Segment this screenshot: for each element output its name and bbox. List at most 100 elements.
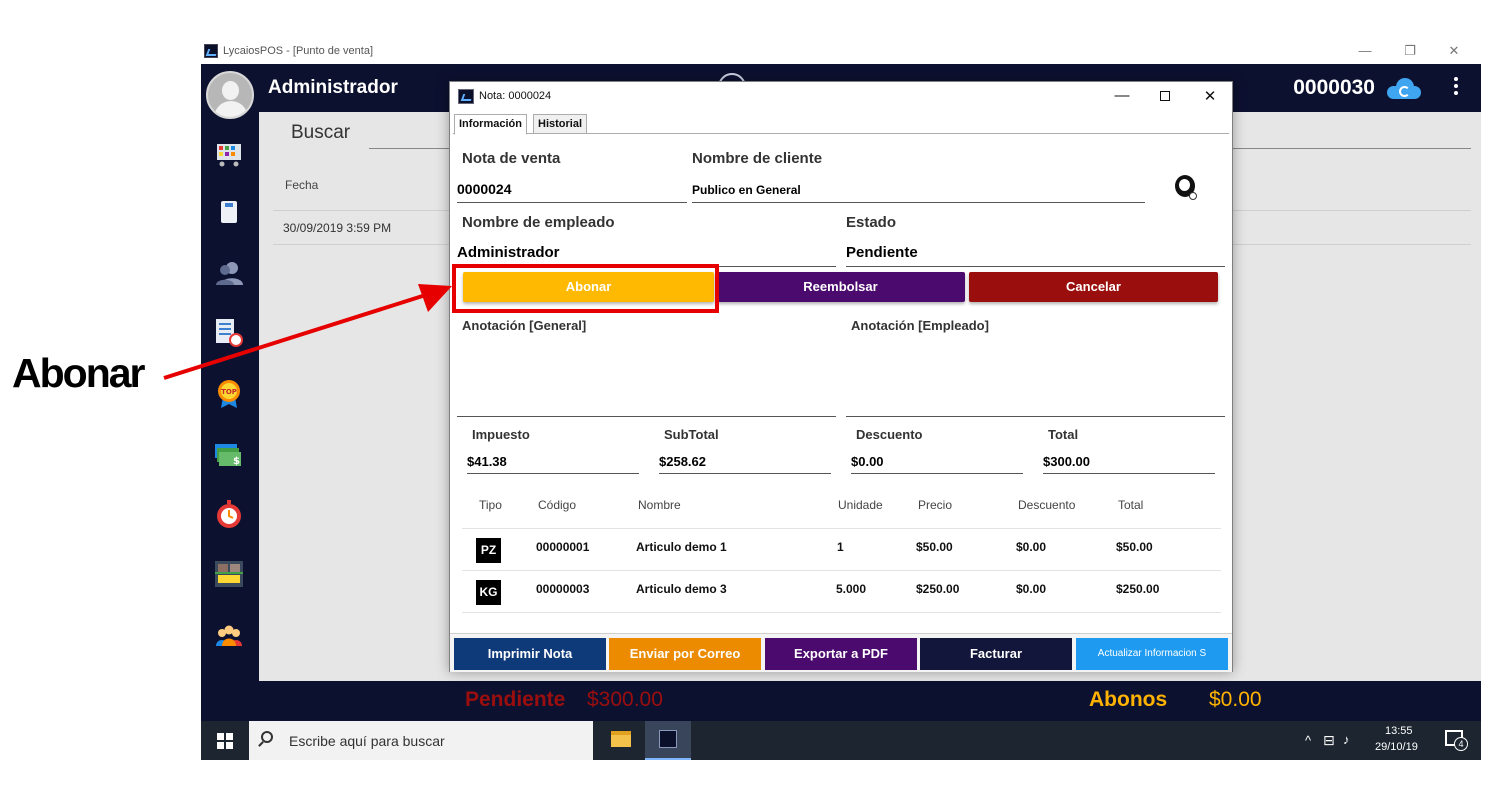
exportar-pdf-button[interactable]: Exportar a PDF: [765, 638, 917, 670]
subtotal-field-line: [659, 473, 831, 474]
row-precio: $50.00: [916, 540, 953, 554]
total-field-line: [1043, 473, 1215, 474]
dialog-maximize-icon[interactable]: [1153, 87, 1177, 107]
volume-icon[interactable]: ♪: [1343, 732, 1350, 747]
file-explorer-icon[interactable]: [611, 731, 631, 747]
dialog-close-icon[interactable]: ✕: [1198, 87, 1222, 107]
status-bar: Pendiente $300.00 Abonos $0.00: [201, 681, 1481, 721]
estado-field-line: [846, 266, 1225, 267]
taskbar-search-placeholder: Escribe aquí para buscar: [289, 733, 445, 749]
cliente-label: Nombre de cliente: [692, 150, 823, 167]
row-nombre: Articulo demo 3: [636, 582, 727, 596]
facturar-button[interactable]: Facturar: [920, 638, 1072, 670]
inventory-icon[interactable]: [213, 558, 245, 590]
annotation-arrow-icon: [163, 284, 452, 380]
tab-historial[interactable]: Historial: [533, 114, 588, 134]
window-restore-icon[interactable]: ❐: [1400, 43, 1420, 59]
anotacion-empleado-label: Anotación [Empleado]: [851, 318, 989, 333]
row-unidades: 1: [837, 540, 844, 554]
search-icon: [261, 731, 273, 743]
notifications-icon[interactable]: 4: [1445, 730, 1468, 751]
cart-icon[interactable]: [213, 136, 245, 168]
clock-time[interactable]: 13:55: [1385, 725, 1413, 737]
sidebar: TOP $: [201, 112, 259, 720]
stopwatch-icon[interactable]: [213, 498, 245, 530]
anotacion-general-label: Anotación [General]: [462, 318, 587, 333]
notification-count: 4: [1454, 737, 1468, 751]
row-descuento: $0.00: [1016, 582, 1047, 596]
taskbar: Escribe aquí para buscar ^ ⊟ ♪ 13:55 29/…: [201, 721, 1481, 760]
svg-text:$: $: [233, 456, 240, 467]
taskbar-pos-app[interactable]: [645, 721, 691, 760]
app-logo-icon: [204, 44, 218, 58]
table-header-total: Total: [1118, 498, 1144, 512]
abonos-label: Abonos: [1089, 688, 1168, 711]
empleado-label: Nombre de empleado: [462, 214, 615, 231]
cliente-value[interactable]: Publico en General: [692, 183, 801, 197]
employees-icon[interactable]: [213, 619, 245, 651]
descuento-field-line: [851, 473, 1023, 474]
tray-chevron-icon[interactable]: ^: [1305, 733, 1311, 748]
row-nombre: Articulo demo 1: [636, 540, 727, 554]
anotacion-general-input[interactable]: [457, 416, 836, 417]
table-header-tipo: Tipo: [479, 498, 502, 512]
table-header-descuento: Descuento: [1018, 498, 1076, 512]
column-fecha-header: Fecha: [285, 178, 319, 192]
nota-value: 0000024: [457, 181, 512, 197]
dialog-footer: Imprimir Nota Enviar por Correo Exportar…: [450, 633, 1232, 672]
search-label: Buscar: [291, 122, 351, 143]
nota-field-line: [457, 202, 687, 203]
unit-badge: PZ: [476, 538, 501, 563]
imprimir-nota-button[interactable]: Imprimir Nota: [454, 638, 606, 670]
row-unidades: 5.000: [836, 582, 867, 596]
dialog-title: Nota: 0000024: [479, 90, 552, 102]
estado-value: Pendiente: [846, 244, 918, 261]
divider: [462, 570, 1221, 571]
divider: [462, 612, 1221, 613]
window-titlebar: LycaiosPOS - [Punto de venta] — ❐ ✕: [201, 40, 1481, 64]
reembolsar-button[interactable]: Reembolsar: [716, 272, 965, 302]
svg-text:TOP: TOP: [221, 388, 237, 396]
network-icon[interactable]: ⊟: [1323, 732, 1335, 749]
row-total: $50.00: [1116, 540, 1153, 554]
actualizar-informacion-button[interactable]: Actualizar Informacion S: [1076, 638, 1228, 670]
cancelar-button[interactable]: Cancelar: [969, 272, 1218, 302]
table-header-codigo: Código: [538, 498, 577, 512]
avatar[interactable]: [206, 71, 254, 119]
impuesto-label: Impuesto: [472, 427, 530, 442]
more-menu-icon[interactable]: [1454, 77, 1458, 97]
total-value: $300.00: [1043, 454, 1090, 469]
table-header-precio: Precio: [918, 498, 953, 512]
cloud-sync-icon[interactable]: [1387, 78, 1421, 99]
tab-informacion[interactable]: Información: [454, 114, 527, 135]
header-count: 0000030: [1293, 76, 1375, 99]
window-title: LycaiosPOS - [Punto de venta]: [223, 45, 374, 57]
taskbar-search-input[interactable]: Escribe aquí para buscar: [249, 721, 593, 760]
windows-start-icon[interactable]: [217, 733, 233, 749]
window-close-icon[interactable]: ✕: [1444, 43, 1464, 59]
window-minimize-icon[interactable]: —: [1355, 43, 1375, 58]
cash-icon[interactable]: $: [213, 438, 245, 470]
nota-dialog: Nota: 0000024 — ✕ Información Historial …: [449, 81, 1233, 672]
clock-date[interactable]: 29/10/19: [1375, 741, 1418, 753]
cliente-field-line: [692, 202, 1145, 203]
dialog-minimize-icon[interactable]: —: [1110, 87, 1134, 107]
pos-app-icon: [659, 730, 677, 748]
pending-label: Pendiente: [465, 688, 566, 711]
row-precio: $250.00: [916, 582, 960, 596]
subtotal-value: $258.62: [659, 454, 706, 469]
abonos-value: $0.00: [1209, 688, 1262, 711]
sale-row-date[interactable]: 30/09/2019 3:59 PM: [283, 221, 391, 235]
notes-icon[interactable]: [213, 196, 245, 228]
customer-search-icon[interactable]: [1170, 175, 1198, 203]
dialog-app-icon: [458, 89, 474, 104]
impuesto-field-line: [467, 473, 639, 474]
descuento-value: $0.00: [851, 454, 884, 469]
row-codigo: 00000001: [536, 540, 590, 554]
anotacion-empleado-input[interactable]: [846, 416, 1225, 417]
subtotal-label: SubTotal: [664, 427, 719, 442]
impuesto-value: $41.38: [467, 454, 507, 469]
enviar-correo-button[interactable]: Enviar por Correo: [609, 638, 761, 670]
abonar-highlight-box: [452, 264, 719, 313]
screenshot: LycaiosPOS - [Punto de venta] — ❐ ✕ Admi…: [0, 0, 1504, 800]
